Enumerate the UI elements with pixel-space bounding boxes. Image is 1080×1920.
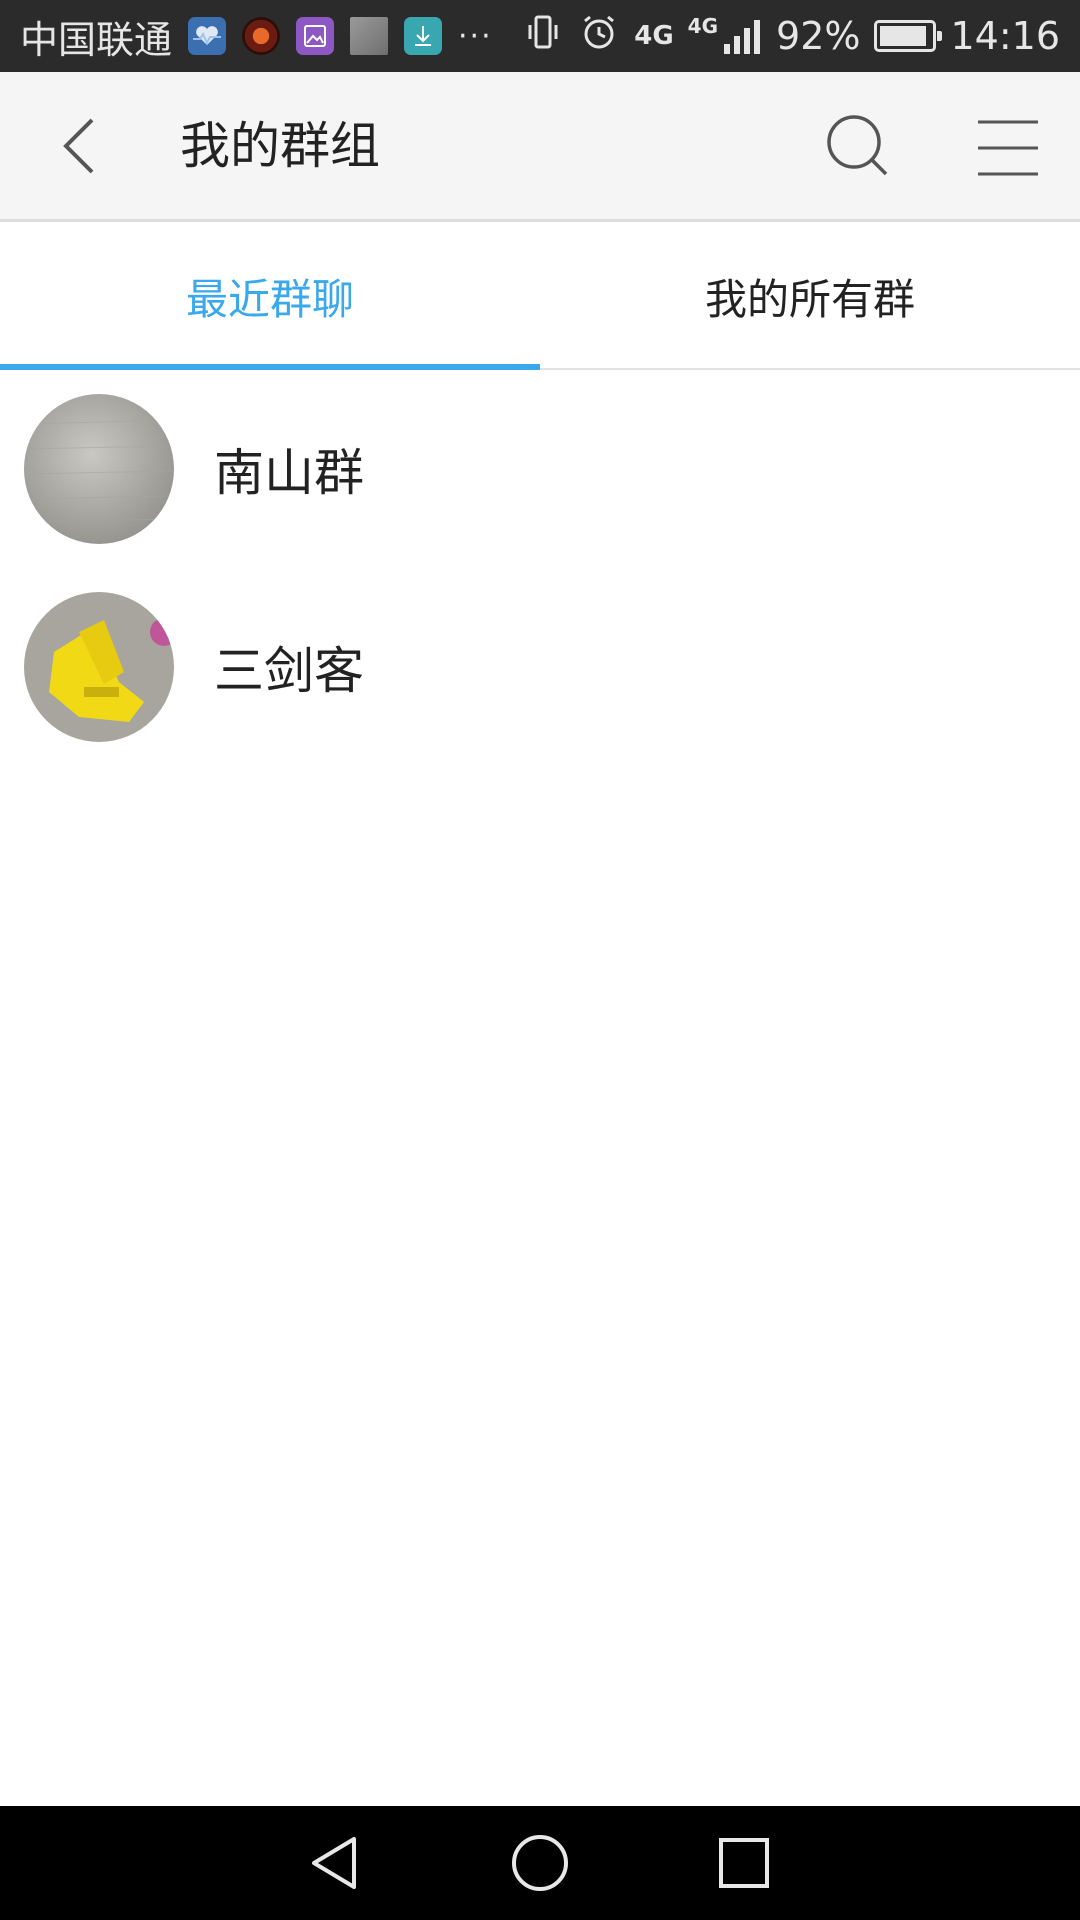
- app-bar: 我的群组: [0, 72, 1080, 222]
- group-list: 南山群 三剑客: [0, 370, 1080, 766]
- health-icon: [188, 17, 227, 55]
- back-arrow-icon: [63, 118, 94, 174]
- list-item[interactable]: 三剑客: [0, 568, 1080, 766]
- tab-recent-groups[interactable]: 最近群聊: [0, 225, 540, 370]
- more-notifications-indicator: ···: [458, 18, 493, 54]
- image-thumbnail-icon: [350, 17, 389, 55]
- tab-label: 我的所有群: [704, 275, 915, 324]
- tab-all-groups[interactable]: 我的所有群: [540, 225, 1080, 368]
- nav-home-button[interactable]: [508, 1831, 572, 1895]
- menu-icon: [978, 120, 1038, 176]
- group-name: 南山群: [214, 444, 364, 502]
- search-icon: [827, 115, 888, 176]
- gray-texture-avatar: [24, 394, 174, 544]
- tab-bar: 最近群聊 我的所有群: [0, 225, 1080, 370]
- status-right: 4G 4G 92% 14:16: [522, 11, 1060, 62]
- nav-recents-icon: [719, 1838, 769, 1888]
- vibrate-icon: [522, 11, 564, 62]
- clock: 14:16: [950, 14, 1060, 58]
- status-left: 中国联通 ···: [20, 9, 493, 64]
- gallery-icon: [296, 17, 335, 55]
- nav-back-icon: [312, 1837, 356, 1889]
- alarm-icon: [578, 11, 620, 62]
- search-button[interactable]: [820, 108, 900, 188]
- group-name: 三剑客: [214, 642, 364, 700]
- tab-label: 最近群聊: [185, 275, 354, 324]
- signal-icon: [724, 20, 761, 54]
- page-title: 我的群组: [180, 117, 380, 175]
- menu-button[interactable]: [972, 116, 1044, 180]
- nav-home-icon: [512, 1835, 568, 1891]
- navigation-bar: [0, 1806, 1080, 1920]
- list-item[interactable]: 南山群: [0, 370, 1080, 568]
- download-icon: [404, 17, 443, 55]
- nav-back-button[interactable]: [304, 1831, 368, 1895]
- network-type-primary: 4G: [634, 21, 674, 51]
- signal-indicator: 4G: [688, 16, 762, 56]
- status-bar: 中国联通 ··· 4G 4G 92% 14:16: [0, 0, 1080, 72]
- back-button[interactable]: [44, 110, 116, 182]
- network-type-secondary: 4G: [687, 14, 719, 38]
- battery-percent: 92%: [776, 14, 861, 58]
- carrier-name: 中国联通: [20, 17, 173, 62]
- yellow-stand-avatar: [24, 592, 174, 742]
- battery-icon: [874, 20, 943, 52]
- nav-recents-button[interactable]: [712, 1831, 776, 1895]
- orb-app-icon: [242, 17, 281, 55]
- battery-fill: [880, 26, 927, 46]
